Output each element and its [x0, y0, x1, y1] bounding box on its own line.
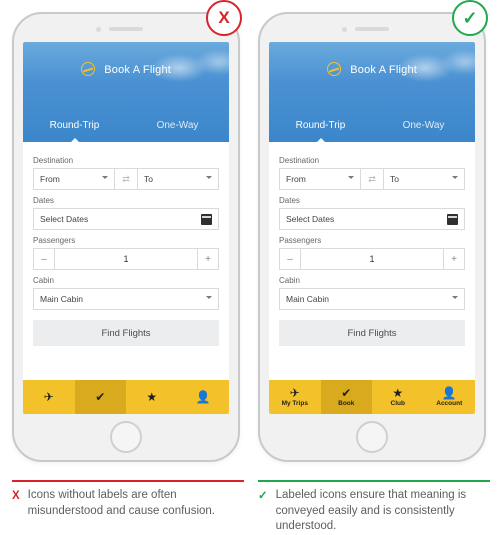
star-icon: ★: [146, 391, 157, 403]
tab-one-way[interactable]: One-Way: [126, 110, 229, 142]
app-header: Book A Flight Round-Trip One-Way: [23, 42, 229, 142]
trip-type-tabs: Round-Trip One-Way: [23, 110, 229, 142]
good-example-badge: ✓: [452, 0, 488, 36]
cabin-select[interactable]: Main Cabin: [279, 288, 465, 310]
nav-item-account[interactable]: 👤 Account: [424, 380, 476, 414]
calendar-icon: [201, 214, 212, 225]
nav-label-club: Club: [391, 400, 405, 407]
app-screen: Book A Flight Round-Trip One-Way Destina…: [23, 42, 229, 414]
cabin-value: Main Cabin: [40, 294, 83, 304]
to-select[interactable]: To: [137, 168, 219, 190]
trip-type-tabs: Round-Trip One-Way: [269, 110, 475, 142]
bad-example-badge: X: [206, 0, 242, 36]
airline-logo-icon: [81, 62, 95, 76]
passengers-stepper: – 1 +: [33, 248, 219, 270]
passengers-increment-button[interactable]: +: [197, 248, 219, 270]
swap-icon: ⇄: [122, 174, 130, 185]
phone-speaker-icon: [109, 27, 143, 31]
x-mark-icon: X: [12, 489, 20, 519]
nav-label-book: Book: [338, 400, 354, 407]
caption-bad-text: Icons without labels are often misunders…: [28, 488, 244, 519]
swap-button[interactable]: ⇄: [115, 168, 137, 190]
nav-item-club[interactable]: ★: [126, 380, 178, 414]
tab-one-way[interactable]: One-Way: [372, 110, 475, 142]
nav-label-account: Account: [436, 400, 462, 407]
find-flights-button[interactable]: Find Flights: [279, 320, 465, 346]
to-placeholder: To: [144, 174, 153, 184]
cabin-label: Cabin: [33, 276, 219, 285]
nav-item-account[interactable]: 👤: [178, 380, 230, 414]
from-placeholder: From: [40, 174, 60, 184]
passengers-decrement-button[interactable]: –: [33, 248, 55, 270]
destination-label: Destination: [279, 156, 465, 165]
passengers-value: 1: [301, 248, 443, 270]
nav-item-club[interactable]: ★ Club: [372, 380, 424, 414]
dates-field[interactable]: Select Dates: [33, 208, 219, 230]
phone-speaker-icon: [355, 27, 389, 31]
from-select[interactable]: From: [33, 168, 115, 190]
passengers-decrement-button[interactable]: –: [279, 248, 301, 270]
airline-logo-icon: [327, 62, 341, 76]
bottom-nav-unlabeled: ✈ ✔ ★ 👤: [23, 380, 229, 414]
cabin-select[interactable]: Main Cabin: [33, 288, 219, 310]
page-title: Book A Flight: [269, 62, 475, 76]
destination-label: Destination: [33, 156, 219, 165]
passengers-increment-button[interactable]: +: [443, 248, 465, 270]
dates-placeholder: Select Dates: [286, 214, 334, 224]
from-select[interactable]: From: [279, 168, 361, 190]
person-icon: 👤: [196, 391, 211, 403]
nav-label-my-trips: My Trips: [282, 400, 308, 407]
swap-icon: ⇄: [368, 174, 376, 185]
passengers-stepper: – 1 +: [279, 248, 465, 270]
app-screen: Book A Flight Round-Trip One-Way Destina…: [269, 42, 475, 414]
dates-field[interactable]: Select Dates: [279, 208, 465, 230]
caption-good: ✓ Labeled icons ensure that meaning is c…: [258, 480, 490, 535]
nav-item-book[interactable]: ✔: [75, 380, 127, 414]
find-flights-button[interactable]: Find Flights: [33, 320, 219, 346]
airplane-icon: ✈: [290, 387, 300, 399]
phone-mockup-unlabeled: Book A Flight Round-Trip One-Way Destina…: [12, 12, 240, 462]
check-mark-icon: ✓: [258, 489, 268, 535]
person-icon: 👤: [442, 387, 457, 399]
star-icon: ★: [392, 387, 403, 399]
phone-camera-icon: [342, 27, 347, 32]
app-header: Book A Flight Round-Trip One-Way: [269, 42, 475, 142]
header-title-text: Book A Flight: [104, 64, 171, 76]
calendar-icon: [447, 214, 458, 225]
check-icon: ✔: [341, 387, 351, 399]
booking-form: Destination From ⇄ To Dates Select Dates…: [269, 142, 475, 380]
phone-camera-icon: [96, 27, 101, 32]
passengers-label: Passengers: [33, 236, 219, 245]
swap-button[interactable]: ⇄: [361, 168, 383, 190]
nav-item-book[interactable]: ✔ Book: [321, 380, 373, 414]
nav-item-my-trips[interactable]: ✈ My Trips: [269, 380, 321, 414]
phone-home-button: [356, 421, 388, 453]
dates-placeholder: Select Dates: [40, 214, 88, 224]
cabin-value: Main Cabin: [286, 294, 329, 304]
cabin-label: Cabin: [279, 276, 465, 285]
caption-good-text: Labeled icons ensure that meaning is con…: [276, 488, 490, 535]
phone-mockup-labeled: Book A Flight Round-Trip One-Way Destina…: [258, 12, 486, 462]
header-title-text: Book A Flight: [350, 64, 417, 76]
to-placeholder: To: [390, 174, 399, 184]
dates-label: Dates: [33, 196, 219, 205]
booking-form: Destination From ⇄ To Dates Select Dates…: [23, 142, 229, 380]
tab-round-trip[interactable]: Round-Trip: [23, 110, 126, 142]
comparison-figure: X ✓ Book A Flight Round-Trip One-Way Des…: [0, 0, 500, 521]
page-title: Book A Flight: [23, 62, 229, 76]
passengers-value: 1: [55, 248, 197, 270]
nav-item-my-trips[interactable]: ✈: [23, 380, 75, 414]
tab-round-trip[interactable]: Round-Trip: [269, 110, 372, 142]
check-icon: ✔: [95, 391, 105, 403]
dates-label: Dates: [279, 196, 465, 205]
bottom-nav-labeled: ✈ My Trips ✔ Book ★ Club 👤 Account: [269, 380, 475, 414]
to-select[interactable]: To: [383, 168, 465, 190]
caption-bad: X Icons without labels are often misunde…: [12, 480, 244, 519]
from-placeholder: From: [286, 174, 306, 184]
passengers-label: Passengers: [279, 236, 465, 245]
airplane-icon: ✈: [44, 391, 54, 403]
phone-home-button: [110, 421, 142, 453]
